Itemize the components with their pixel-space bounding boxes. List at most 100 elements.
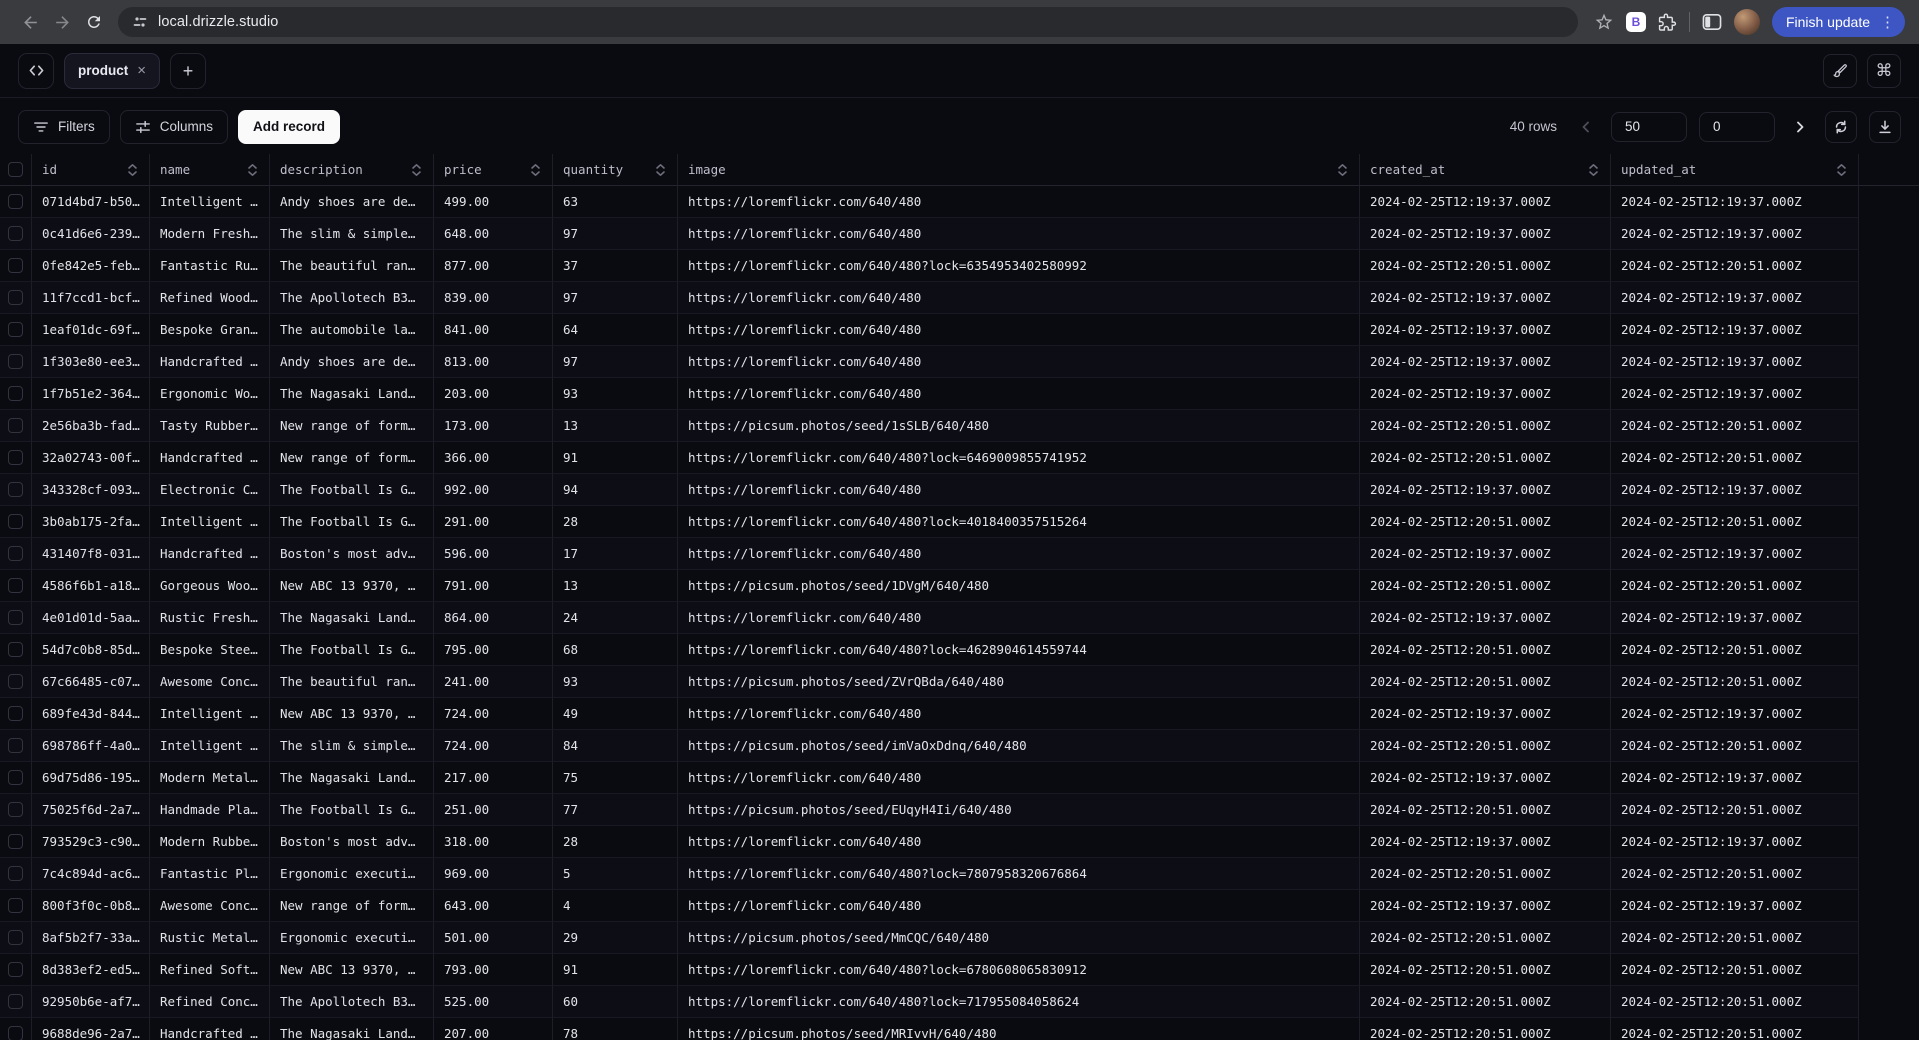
table-row[interactable]: 54d7c0b8-85d… Bespoke Stee… The Football I… <box>0 634 1919 666</box>
reload-button[interactable] <box>78 6 110 38</box>
row-checkbox[interactable] <box>8 834 23 849</box>
row-checkbox[interactable] <box>8 770 23 785</box>
refresh-button[interactable] <box>1825 110 1857 143</box>
table-row[interactable]: 8af5b2f7-33a… Rustic Metal… Ergonomic exec… <box>0 922 1919 954</box>
table-row[interactable]: 2e56ba3b-fad… Tasty Rubber… New range of f… <box>0 410 1919 442</box>
table-row[interactable]: 32a02743-00f… Handcrafted … New range of f… <box>0 442 1919 474</box>
table-row[interactable]: 7c4c894d-ac6… Fantastic Pl… Ergonomic exec… <box>0 858 1919 890</box>
row-checkbox[interactable] <box>8 450 23 465</box>
table-row[interactable]: 689fe43d-844… Intelligent … New ABC 13 937… <box>0 698 1919 730</box>
cell-description: The Football Is G… <box>270 506 434 538</box>
table-row[interactable]: 69d75d86-195… Modern Metal… The Nagasaki L… <box>0 762 1919 794</box>
cell-name: Intelligent … <box>150 698 270 730</box>
prev-page-button[interactable] <box>1573 114 1599 140</box>
cell-created_at: 2024-02-25T12:19:37.000Z <box>1360 378 1611 410</box>
table-row[interactable]: 75025f6d-2a7… Handmade Pla… The Football I… <box>0 794 1919 826</box>
row-checkbox[interactable] <box>8 898 23 913</box>
row-checkbox[interactable] <box>8 610 23 625</box>
row-checkbox[interactable] <box>8 482 23 497</box>
bookmark-star-icon[interactable] <box>1594 12 1614 32</box>
row-select-cell <box>0 474 32 506</box>
cell-price: 992.00 <box>434 474 553 506</box>
column-header-created_at[interactable]: created_at <box>1360 154 1611 186</box>
row-checkbox[interactable] <box>8 546 23 561</box>
column-header-name[interactable]: name <box>150 154 270 186</box>
download-button[interactable] <box>1869 110 1901 143</box>
row-checkbox[interactable] <box>8 642 23 657</box>
extension-b-badge[interactable]: B <box>1625 12 1646 32</box>
row-checkbox[interactable] <box>8 418 23 433</box>
table-row[interactable]: 1f303e80-ee3… Handcrafted … Andy shoes are… <box>0 346 1919 378</box>
table-row[interactable]: 1f7b51e2-364… Ergonomic Wo… The Nagasaki L… <box>0 378 1919 410</box>
row-checkbox[interactable] <box>8 706 23 721</box>
cell-price: 813.00 <box>434 346 553 378</box>
row-checkbox[interactable] <box>8 322 23 337</box>
table-row[interactable]: 800f3f0c-0b8… Awesome Conc… New range of f… <box>0 890 1919 922</box>
command-palette-button[interactable]: ⌘ <box>1867 53 1901 88</box>
cell-updated_at: 2024-02-25T12:19:37.000Z <box>1611 186 1859 218</box>
row-checkbox[interactable] <box>8 194 23 209</box>
row-checkbox[interactable] <box>8 674 23 689</box>
theme-brush-button[interactable] <box>1823 53 1857 88</box>
table-row[interactable]: 8d383ef2-ed5… Refined Soft… New ABC 13 937… <box>0 954 1919 986</box>
cell-name: Handcrafted … <box>150 442 270 474</box>
column-header-id[interactable]: id <box>32 154 150 186</box>
profile-avatar[interactable] <box>1733 9 1760 35</box>
row-checkbox[interactable] <box>8 290 23 305</box>
tab-product[interactable]: product × <box>64 52 161 89</box>
side-panel-icon[interactable] <box>1702 13 1722 31</box>
columns-button[interactable]: Columns <box>119 109 229 144</box>
filters-button[interactable]: Filters <box>18 109 110 144</box>
column-header-image[interactable]: image <box>678 154 1360 186</box>
table-row[interactable]: 0fe842e5-feb… Fantastic Ru… The beautiful … <box>0 250 1919 282</box>
row-checkbox[interactable] <box>8 514 23 529</box>
row-checkbox[interactable] <box>8 1026 23 1040</box>
code-view-button[interactable] <box>18 52 54 89</box>
row-checkbox[interactable] <box>8 738 23 753</box>
row-checkbox[interactable] <box>8 386 23 401</box>
finish-update-button[interactable]: Finish update ⋮ <box>1771 7 1905 37</box>
page-offset-input[interactable] <box>1699 111 1775 142</box>
column-header-description[interactable]: description <box>270 154 434 186</box>
table-row[interactable]: 0c41d6e6-239… Modern Fresh… The slim & sim… <box>0 218 1919 250</box>
table-row[interactable]: 698786ff-4a0… Intelligent … The slim & sim… <box>0 730 1919 762</box>
table-row[interactable]: 071d4bd7-b50… Intelligent … Andy shoes are… <box>0 186 1919 218</box>
table-row[interactable]: 343328cf-093… Electronic C… The Football I… <box>0 474 1919 506</box>
row-checkbox[interactable] <box>8 994 23 1009</box>
add-record-button[interactable]: Add record <box>238 109 341 144</box>
row-checkbox[interactable] <box>8 258 23 273</box>
table-row[interactable]: 4586f6b1-a18… Gorgeous Woo… New ABC 13 937… <box>0 570 1919 602</box>
table-row[interactable]: 92950b6e-af7… Refined Conc… The Apollotech… <box>0 986 1919 1018</box>
table-row[interactable]: 4e01d01d-5aa… Rustic Fresh… The Nagasaki L… <box>0 602 1919 634</box>
row-checkbox[interactable] <box>8 578 23 593</box>
forward-button[interactable] <box>46 6 78 38</box>
kebab-menu-icon[interactable]: ⋮ <box>1877 15 1898 30</box>
table-row[interactable]: 67c66485-c07… Awesome Conc… The beautiful … <box>0 666 1919 698</box>
select-all-checkbox[interactable] <box>8 162 23 177</box>
cell-updated_at: 2024-02-25T12:20:51.000Z <box>1611 666 1859 698</box>
column-header-updated_at[interactable]: updated_at <box>1611 154 1859 186</box>
tab-close-icon[interactable]: × <box>137 63 146 78</box>
next-page-button[interactable] <box>1787 114 1813 140</box>
row-checkbox[interactable] <box>8 930 23 945</box>
sort-icon <box>656 163 665 176</box>
row-checkbox[interactable] <box>8 226 23 241</box>
column-header-price[interactable]: price <box>434 154 553 186</box>
table-row[interactable]: 1eaf01dc-69f… Bespoke Gran… The automobile… <box>0 314 1919 346</box>
back-button[interactable] <box>14 6 46 38</box>
row-checkbox[interactable] <box>8 962 23 977</box>
row-checkbox[interactable] <box>8 802 23 817</box>
table-row[interactable]: 9688de96-2a7… Handcrafted … The Nagasaki L… <box>0 1018 1919 1040</box>
table-row[interactable]: 3b0ab175-2fa… Intelligent … The Football I… <box>0 506 1919 538</box>
column-header-quantity[interactable]: quantity <box>553 154 678 186</box>
row-filler <box>1859 794 1919 826</box>
row-checkbox[interactable] <box>8 354 23 369</box>
table-row[interactable]: 431407f8-031… Handcrafted … Boston's most … <box>0 538 1919 570</box>
page-size-input[interactable] <box>1611 111 1687 142</box>
row-checkbox[interactable] <box>8 866 23 881</box>
table-row[interactable]: 793529c3-c90… Modern Rubbe… Boston's most … <box>0 826 1919 858</box>
url-bar[interactable]: local.drizzle.studio <box>118 7 1578 37</box>
table-row[interactable]: 11f7ccd1-bcf… Refined Wood… The Apollotech… <box>0 282 1919 314</box>
extensions-icon[interactable] <box>1658 13 1677 32</box>
new-tab-button[interactable]: + <box>170 52 207 89</box>
